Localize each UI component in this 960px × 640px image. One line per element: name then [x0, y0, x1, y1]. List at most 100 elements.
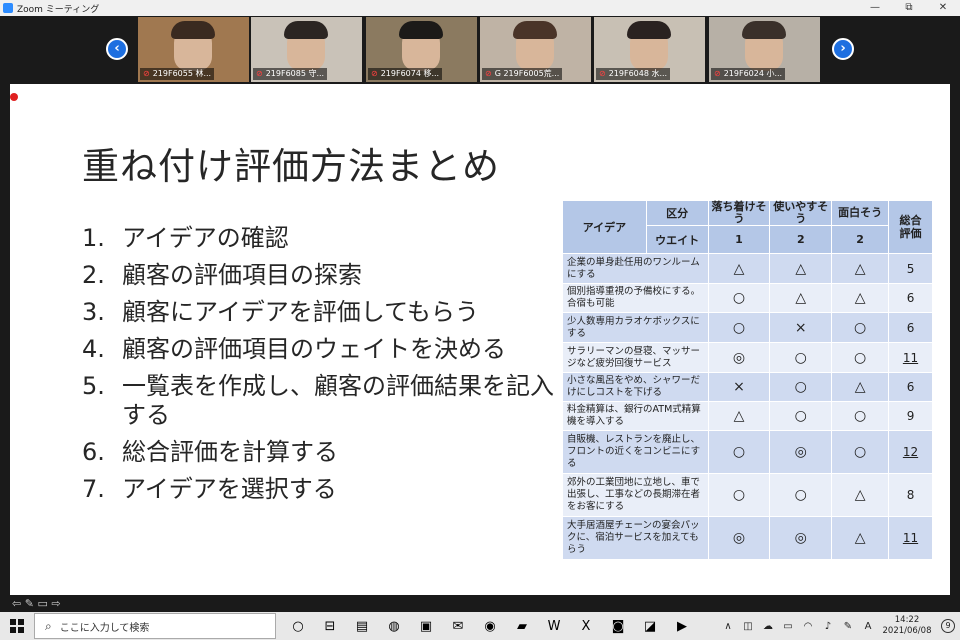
total-cell: 11 — [888, 342, 933, 373]
step-text: 総合評価を計算する — [122, 438, 338, 466]
tray-icon[interactable]: ◫ — [738, 621, 758, 632]
participant-tile[interactable]: ⊘ 219F6085 守... — [251, 17, 362, 82]
step-number: 2. — [82, 261, 105, 289]
participant-name-label: ⊘ 219F6074 移... — [368, 68, 443, 80]
notification-icon[interactable]: 9 — [936, 619, 960, 633]
search-placeholder: ここに入力して検索 — [59, 622, 150, 634]
rating-cell: × — [769, 312, 833, 343]
header-criterion-2: 使いやすそう — [769, 200, 833, 226]
window-titlebar: Zoom ミーティング — ⧉ ✕ — [0, 0, 960, 16]
recording-indicator-icon — [10, 93, 18, 101]
step-item: 6. 総合評価を計算する — [82, 438, 572, 467]
taskbar-search-input[interactable]: ⌕ ここに入力して検索 — [34, 613, 276, 639]
rating-cell: ○ — [707, 430, 771, 474]
weight-criterion-1: 1 — [707, 225, 771, 254]
taskbar-app-icon[interactable]: ▶ — [666, 612, 698, 640]
participant-name: 219F6048 水... — [608, 69, 668, 78]
table-row: 個別指導重視の予備校にする。合宿も可能 ○ △ △ 6 — [562, 283, 933, 313]
taskbar-app-icon[interactable]: ▤ — [346, 612, 378, 640]
participant-name: G 219F6005荒... — [494, 69, 560, 78]
window-title: Zoom ミーティング — [17, 4, 100, 15]
rating-cell: △ — [831, 473, 890, 517]
tray-icon[interactable]: ♪ — [818, 621, 838, 632]
rating-cell: ○ — [831, 312, 890, 343]
rating-cell: △ — [831, 372, 890, 402]
idea-cell: 個別指導重視の予備校にする。合宿も可能 — [562, 283, 709, 313]
annotation-tools[interactable]: ⇦ ✎ ▭ ⇨ — [12, 597, 61, 610]
minimize-button[interactable]: — — [858, 0, 892, 16]
rating-cell: ◎ — [769, 516, 833, 560]
tray-icon[interactable]: ◠ — [798, 621, 818, 632]
taskbar-app-icon[interactable]: ▰ — [506, 612, 538, 640]
participant-name: 219F6085 守... — [265, 69, 325, 78]
total-cell: 6 — [888, 312, 933, 343]
pen-icon[interactable]: ✎ — [25, 597, 34, 610]
step-number: 5. — [82, 372, 105, 400]
tray-icon[interactable]: ✎ — [838, 621, 858, 632]
taskbar-app-icon[interactable]: W — [538, 612, 570, 640]
step-item: 3. 顧客にアイデアを評価してもらう — [82, 298, 572, 327]
gallery-next-button[interactable]: › — [832, 38, 854, 60]
close-button[interactable]: ✕ — [926, 0, 960, 16]
step-text: アイデアを選択する — [122, 475, 337, 503]
idea-cell: 小さな風呂をやめ、シャワーだけにしコストを下げる — [562, 372, 709, 402]
muted-mic-icon: ⊘ — [256, 69, 263, 78]
tray-icon[interactable]: ∧ — [718, 621, 738, 632]
table-row: 企業の単身赴任用のワンルームにする △ △ △ 5 — [562, 253, 933, 284]
taskbar-app-icon[interactable]: ○ — [282, 612, 314, 640]
windows-icon — [10, 619, 24, 633]
start-button[interactable] — [0, 612, 34, 640]
restore-button[interactable]: ⧉ — [892, 0, 926, 16]
taskbar-app-icon[interactable]: ◙ — [602, 612, 634, 640]
weight-criterion-3: 2 — [831, 225, 890, 254]
idea-cell: 自販機、レストランを廃止し、フロントの近くをコンビニにする — [562, 430, 709, 474]
taskbar-app-icon[interactable]: ⊟ — [314, 612, 346, 640]
taskbar-app-icon[interactable]: ✉ — [442, 612, 474, 640]
header-idea: アイデア — [562, 200, 647, 254]
rating-cell: ◎ — [707, 516, 771, 560]
rating-cell: △ — [707, 401, 771, 431]
step-number: 6. — [82, 438, 105, 466]
taskbar-app-icon[interactable]: ▣ — [410, 612, 442, 640]
tray-icon[interactable]: ▭ — [778, 621, 798, 632]
rating-cell: ○ — [769, 473, 833, 517]
arrow-right-icon[interactable]: ⇨ — [51, 597, 60, 610]
table-row: 料金精算は、銀行のATM式精算機を導入する △ ○ ○ 9 — [562, 401, 933, 431]
participant-tile[interactable]: ⊘ 219F6055 林... — [138, 17, 249, 82]
header-criterion-1: 落ち着けそう — [707, 200, 771, 226]
taskbar-app-icon[interactable]: X — [570, 612, 602, 640]
taskbar-app-icon[interactable]: ◪ — [634, 612, 666, 640]
weight-criterion-2: 2 — [769, 225, 833, 254]
muted-mic-icon: ⊘ — [485, 69, 492, 78]
clock[interactable]: 14:22 2021/06/08 — [878, 615, 936, 637]
step-item: 5. 一覧表を作成し、顧客の評価結果を記入する — [82, 372, 572, 430]
rating-cell: ○ — [769, 401, 833, 431]
participant-video-hair — [284, 21, 328, 39]
taskbar-app-icon[interactable]: ◍ — [378, 612, 410, 640]
search-icon: ⌕ — [45, 618, 52, 633]
participant-tile[interactable]: ⊘ 219F6048 水... — [594, 17, 705, 82]
rating-cell: △ — [707, 253, 771, 284]
tray-icon[interactable]: ☁ — [758, 621, 778, 632]
table-row: 郊外の工業団地に立地し、車で出張し、工事などの長期滞在者をお客にする ○ ○ △ 8 — [562, 473, 933, 517]
participant-tile[interactable]: ⊘ 219F6024 小... — [709, 17, 820, 82]
rating-cell: ○ — [707, 283, 771, 313]
rating-cell: △ — [831, 253, 890, 284]
slide-title: 重ね付け評価方法まとめ — [82, 145, 500, 188]
tray-icon[interactable]: A — [858, 621, 878, 632]
arrow-icon[interactable]: ⇦ — [12, 597, 21, 610]
participant-name: 219F6055 林... — [152, 69, 212, 78]
rating-cell: ○ — [707, 312, 771, 343]
participant-video-hair — [513, 21, 557, 39]
gallery-prev-button[interactable]: ‹ — [106, 38, 128, 60]
table-row: 小さな風呂をやめ、シャワーだけにしコストを下げる × ○ △ 6 — [562, 372, 933, 402]
step-item: 2. 顧客の評価項目の探索 — [82, 261, 572, 290]
muted-mic-icon: ⊘ — [371, 69, 378, 78]
step-text: 一覧表を作成し、顧客の評価結果を記入する — [122, 372, 554, 429]
table-row: 自販機、レストランを廃止し、フロントの近くをコンビニにする ○ ◎ ○ 12 — [562, 430, 933, 474]
participant-video-hair — [742, 21, 786, 39]
participant-tile[interactable]: ⊘ G 219F6005荒... — [480, 17, 591, 82]
screen-icon[interactable]: ▭ — [37, 597, 47, 610]
participant-tile[interactable]: ⊘ 219F6074 移... — [366, 17, 477, 82]
taskbar-app-icon[interactable]: ◉ — [474, 612, 506, 640]
